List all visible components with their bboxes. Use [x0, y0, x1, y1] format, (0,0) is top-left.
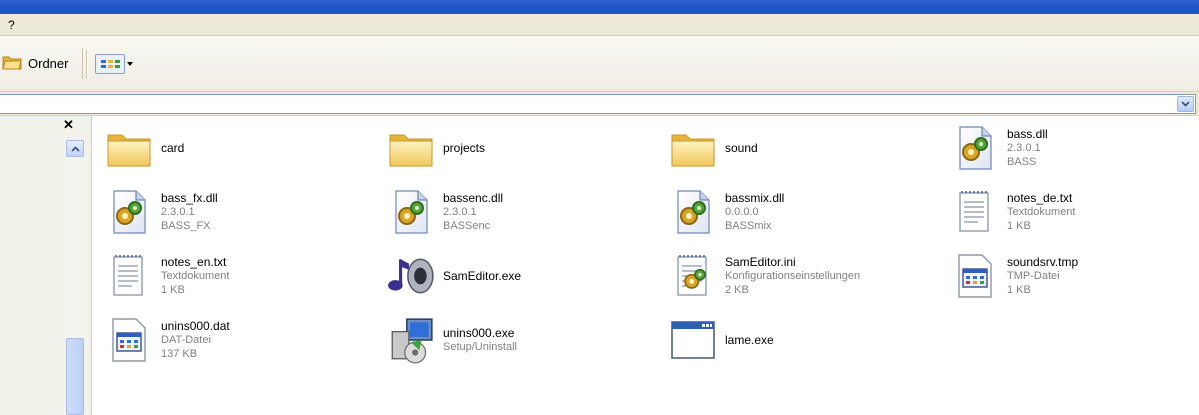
file-item-unins000-dat[interactable]: unins000.dat DAT-Datei 137 KB — [103, 314, 230, 366]
file-size: 1 KB — [1007, 220, 1031, 232]
setup-icon — [385, 314, 437, 366]
views-icon — [95, 54, 125, 74]
file-name: card — [161, 141, 185, 155]
toolbar: Ordner — [0, 36, 1199, 92]
scroll-up-button[interactable] — [66, 140, 84, 157]
file-version: 2.3.0.1 — [443, 206, 477, 218]
file-type: Textdokument — [161, 270, 230, 282]
file-item-notes-en-txt[interactable]: notes_en.txt Textdokument 1 KB — [103, 250, 229, 302]
file-item-bassenc-dll[interactable]: bassenc.dll 2.3.0.1 BASSenc — [385, 186, 503, 238]
file-name: bassenc.dll — [443, 191, 504, 205]
file-type: TMP-Datei — [1007, 270, 1060, 282]
file-version: 2.3.0.1 — [1007, 142, 1041, 154]
file-description: BASSmix — [725, 220, 772, 232]
file-version: 2.3.0.1 — [161, 206, 195, 218]
file-name: SamEditor.ini — [725, 255, 796, 269]
file-version: 0.0.0.0 — [725, 206, 759, 218]
menu-bar: ? — [0, 14, 1199, 36]
folder-icon — [385, 122, 437, 174]
file-item-unins000-exe[interactable]: unins000.exe Setup/Uninstall — [385, 314, 517, 366]
file-item-sound[interactable]: sound — [667, 122, 758, 174]
app-window-icon — [667, 314, 719, 366]
address-bar — [0, 92, 1199, 116]
folder-icon — [667, 122, 719, 174]
music-app-icon — [385, 250, 437, 302]
file-item-sameditor-ini[interactable]: SamEditor.ini Konfigurationseinstellunge… — [667, 250, 860, 302]
file-item-sameditor-exe[interactable]: SamEditor.exe — [385, 250, 521, 302]
file-item-lame-exe[interactable]: lame.exe — [667, 314, 774, 366]
file-description: BASSenc — [443, 220, 491, 232]
generic-file-icon — [103, 314, 155, 366]
folder-pane: ✕ — [0, 116, 92, 415]
file-size: 1 KB — [161, 284, 185, 296]
file-item-projects[interactable]: projects — [385, 122, 485, 174]
file-name: unins000.dat — [161, 319, 230, 333]
file-type: Textdokument — [1007, 206, 1076, 218]
dll-icon — [385, 186, 437, 238]
file-item-bass-fx-dll[interactable]: bass_fx.dll 2.3.0.1 BASS_FX — [103, 186, 218, 238]
dll-icon — [949, 122, 1001, 174]
file-item-bass-dll[interactable]: bass.dll 2.3.0.1 BASS — [949, 122, 1048, 174]
file-list: card projects sound bass.dll 2.3.0.1 BAS… — [93, 116, 1199, 415]
chevron-up-icon — [70, 145, 80, 152]
file-name: notes_en.txt — [161, 255, 227, 269]
folder-icon — [2, 53, 22, 74]
chevron-down-icon — [1181, 101, 1190, 107]
file-type: Konfigurationseinstellungen — [725, 270, 861, 282]
folders-label: Ordner — [28, 56, 69, 71]
file-item-soundsrv-tmp[interactable]: soundsrv.tmp TMP-Datei 1 KB — [949, 250, 1078, 302]
scroll-thumb[interactable] — [66, 338, 84, 415]
file-item-bassmix-dll[interactable]: bassmix.dll 0.0.0.0 BASSmix — [667, 186, 784, 238]
close-icon[interactable]: ✕ — [63, 117, 74, 133]
file-description: BASS — [1007, 156, 1037, 168]
dll-icon — [103, 186, 155, 238]
file-name: unins000.exe — [443, 326, 515, 340]
file-name: notes_de.txt — [1007, 191, 1073, 205]
title-bar — [0, 0, 1199, 14]
file-name: bass_fx.dll — [161, 191, 218, 205]
file-size: 1 KB — [1007, 284, 1031, 296]
file-name: soundsrv.tmp — [1007, 255, 1079, 269]
text-file-icon — [949, 186, 1001, 238]
menu-help[interactable]: ? — [8, 18, 15, 32]
file-item-card[interactable]: card — [103, 122, 184, 174]
file-name: bass.dll — [1007, 127, 1048, 141]
chevron-down-icon — [127, 62, 133, 66]
address-input[interactable] — [0, 94, 1196, 114]
file-description: BASS_FX — [161, 220, 211, 232]
file-name: projects — [443, 141, 486, 155]
file-description: Setup/Uninstall — [443, 341, 517, 353]
address-dropdown-button[interactable] — [1177, 96, 1194, 112]
dll-icon — [667, 186, 719, 238]
folders-button[interactable]: Ordner — [0, 48, 83, 79]
toolbar-separator — [86, 50, 88, 78]
views-button[interactable] — [92, 52, 138, 76]
pane-scrollbar[interactable] — [64, 138, 88, 415]
file-type: DAT-Datei — [161, 334, 211, 346]
file-size: 2 KB — [725, 284, 749, 296]
generic-file-icon — [949, 250, 1001, 302]
file-name: sound — [725, 141, 758, 155]
file-name: lame.exe — [725, 333, 774, 347]
file-name: SamEditor.exe — [443, 269, 522, 283]
file-name: bassmix.dll — [725, 191, 785, 205]
file-item-notes-de-txt[interactable]: notes_de.txt Textdokument 1 KB — [949, 186, 1075, 238]
file-size: 137 KB — [161, 348, 198, 360]
text-file-icon — [103, 250, 155, 302]
folder-icon — [103, 122, 155, 174]
config-file-icon — [667, 250, 719, 302]
